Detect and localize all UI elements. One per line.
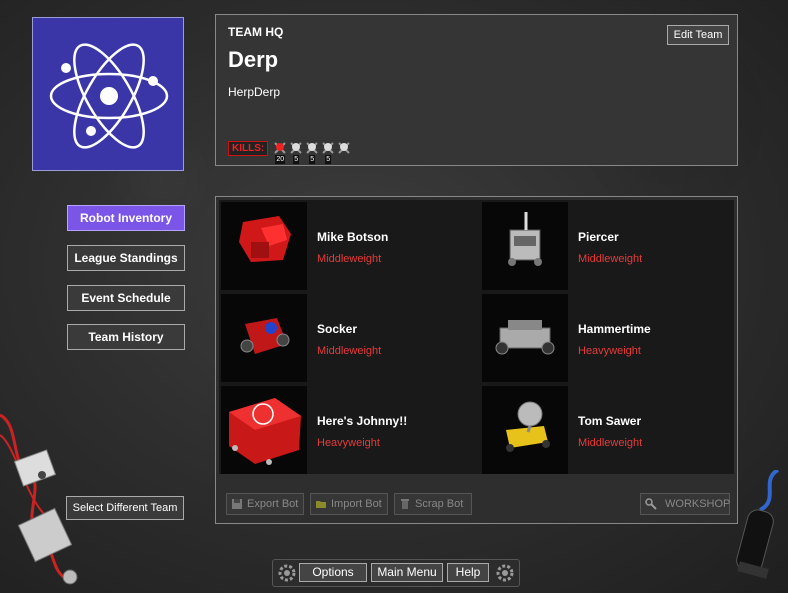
scrap-bot-button[interactable]: Scrap Bot [394, 493, 472, 515]
robot-card[interactable]: Hammertime Heavyweight [482, 294, 737, 382]
robot-card[interactable]: Piercer Middleweight [482, 202, 737, 290]
team-hq-panel: TEAM HQ Derp HerpDerp Edit Team KILLS: 2… [215, 14, 738, 166]
robot-inventory-panel: Mike Botson Middleweight Piercer Middlew… [215, 196, 738, 524]
gear-icon [278, 564, 296, 582]
import-bot-button[interactable]: Import Bot [310, 493, 388, 515]
team-logo [32, 17, 184, 171]
kill-count: 5 [293, 155, 300, 164]
bottom-menu-bar: Options Main Menu Help [272, 559, 520, 587]
workshop-button[interactable]: WORKSHOP [640, 493, 730, 515]
folder-icon [316, 501, 326, 508]
robot-thumbnail [221, 294, 307, 382]
skull-icon [322, 142, 334, 154]
kill-count: 5 [309, 155, 316, 164]
export-bot-label: Export Bot [247, 498, 299, 510]
skull-icon [338, 142, 350, 154]
robot-card[interactable]: Socker Middleweight [221, 294, 476, 382]
robot-name: Piercer [578, 230, 619, 244]
skull-icon [274, 142, 286, 154]
workshop-label: WORKSHOP [665, 498, 731, 510]
robot-thumbnail [482, 294, 568, 382]
kill-count: 5 [325, 155, 332, 164]
robot-card[interactable]: Here's Johnny!! Heavyweight [221, 386, 476, 474]
robot-card[interactable]: Mike Botson Middleweight [221, 202, 476, 290]
hq-label: TEAM HQ [228, 25, 284, 39]
inventory-toolbar: Export Bot Import Bot Scrap Bot WORKSHOP [216, 485, 737, 521]
floppy-disk-icon [232, 499, 242, 509]
kills-label: KILLS: [228, 141, 269, 156]
robot-card[interactable]: Tom Sawer Middleweight [482, 386, 737, 474]
robot-name: Here's Johnny!! [317, 414, 408, 428]
robot-grid: Mike Botson Middleweight Piercer Middlew… [219, 200, 734, 474]
robot-weight-class: Middleweight [578, 253, 643, 265]
nav-robot-inventory[interactable]: Robot Inventory [67, 205, 185, 231]
robot-name: Socker [317, 322, 358, 336]
kill-skull [337, 141, 351, 155]
nav-league-standings[interactable]: League Standings [67, 245, 185, 271]
robot-weight-class: Middleweight [578, 437, 643, 449]
export-bot-button[interactable]: Export Bot [226, 493, 304, 515]
main-menu-button[interactable]: Main Menu [371, 563, 443, 582]
robot-thumbnail [221, 386, 307, 474]
kill-skull: 20 [273, 141, 287, 164]
robot-weight-class: Middleweight [317, 345, 382, 357]
trash-icon [401, 499, 409, 509]
robot-weight-class: Middleweight [317, 253, 382, 265]
help-button[interactable]: Help [447, 563, 489, 582]
skull-icon [306, 142, 318, 154]
nav-event-schedule[interactable]: Event Schedule [67, 285, 185, 311]
import-bot-label: Import Bot [331, 498, 382, 510]
team-subtitle: HerpDerp [228, 85, 281, 99]
select-different-team-button[interactable]: Select Different Team [66, 496, 184, 520]
team-name: Derp [228, 47, 279, 72]
robot-thumbnail [482, 386, 568, 474]
skull-icon [290, 142, 302, 154]
kill-skull: 5 [321, 141, 335, 164]
options-button[interactable]: Options [299, 563, 367, 582]
robot-name: Tom Sawer [578, 414, 642, 428]
robot-name: Mike Botson [317, 230, 389, 244]
kill-skull: 5 [305, 141, 319, 164]
kill-skull: 5 [289, 141, 303, 164]
scrap-bot-label: Scrap Bot [415, 498, 464, 510]
edit-team-button[interactable]: Edit Team [667, 25, 729, 45]
kills-display: KILLS: 20 5 5 5 [228, 141, 351, 164]
robot-thumbnail [482, 202, 568, 290]
wrench-icon [645, 498, 657, 510]
atom-icon [49, 43, 169, 149]
robot-weight-class: Heavyweight [317, 437, 380, 449]
robot-thumbnail [221, 202, 307, 290]
robot-weight-class: Heavyweight [578, 345, 641, 357]
kill-count: 20 [275, 155, 286, 164]
nav-team-history[interactable]: Team History [67, 324, 185, 350]
gear-icon [496, 564, 514, 582]
robot-name: Hammertime [578, 322, 651, 336]
